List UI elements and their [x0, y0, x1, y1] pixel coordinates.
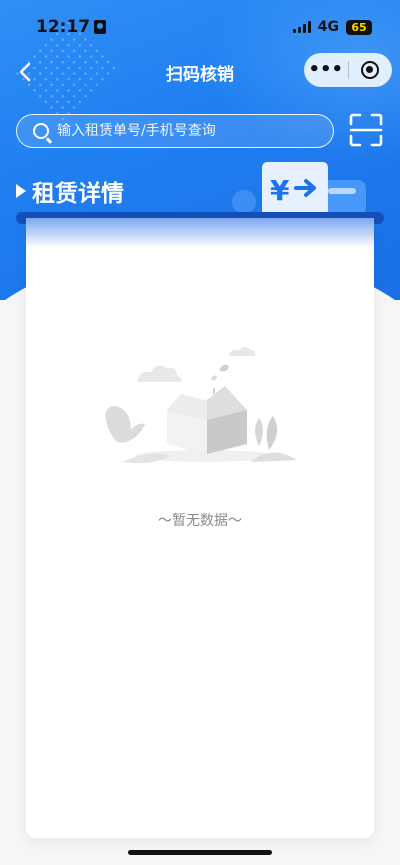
status-time-text: 12:17: [36, 17, 91, 37]
status-time: 12:17: [36, 17, 107, 37]
close-button[interactable]: [349, 61, 393, 79]
payment-illustration: ¥: [232, 162, 366, 216]
scan-button[interactable]: [348, 112, 384, 148]
rental-detail-card: ～暂无数据～: [26, 218, 374, 838]
card-fade: [26, 218, 374, 248]
target-icon: [361, 61, 380, 79]
home-indicator[interactable]: [128, 850, 272, 855]
search-input[interactable]: [57, 123, 317, 139]
section-header: 租赁详情: [16, 174, 124, 208]
person-icon: [94, 20, 107, 34]
status-indicators: 4G 65: [292, 19, 372, 35]
triangle-marker-icon: [16, 184, 26, 198]
yen-symbol: ¥: [270, 174, 290, 207]
search-icon: [33, 123, 49, 139]
battery-indicator: 65: [346, 19, 372, 35]
empty-box-illustration: [105, 347, 297, 464]
nav-bar: 扫码核销 •••: [0, 52, 400, 92]
empty-state-text: ～暂无数据～: [158, 513, 242, 529]
status-bar: 12:17 4G 65: [0, 0, 400, 54]
network-type: 4G: [317, 19, 339, 35]
mini-program-capsule: •••: [304, 53, 392, 87]
more-button[interactable]: •••: [304, 53, 348, 87]
section-title: 租赁详情: [32, 181, 124, 207]
search-bar[interactable]: [16, 114, 334, 148]
scan-icon: [349, 113, 383, 147]
signal-icon: [292, 21, 311, 33]
